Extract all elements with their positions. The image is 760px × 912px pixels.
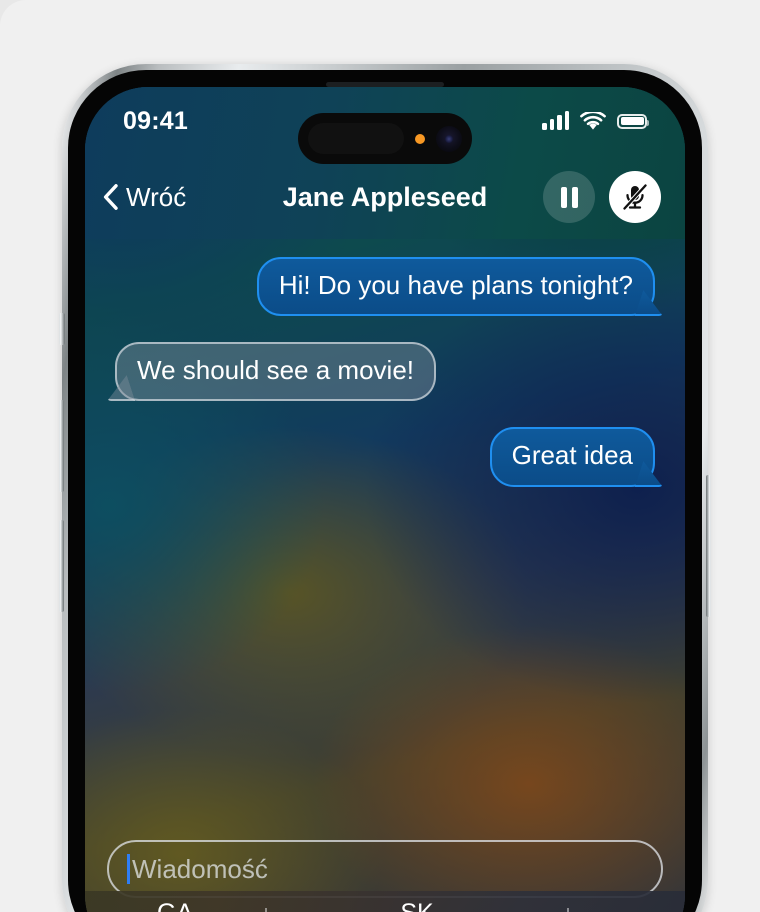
message-list: Hi! Do you have plans tonight? We should… (85, 239, 685, 912)
back-button-label: Wróć (126, 181, 187, 212)
action-button[interactable] (59, 313, 65, 345)
battery-icon (617, 113, 649, 129)
wifi-icon (580, 111, 606, 130)
message-row: Hi! Do you have plans tonight? (107, 257, 663, 317)
device-bezel: 09:41 Wróć Jane Appleseed Hi! Do you hav… (68, 70, 702, 912)
caption-cell-sk[interactable]: SK (Gotowość do rozłączenia) (267, 891, 567, 912)
status-bar-time: 09:41 (123, 106, 188, 135)
pause-icon-bar-right (571, 186, 578, 208)
caption-cell-truncated[interactable]: (Ro (569, 891, 685, 912)
volume-down-button[interactable] (59, 520, 64, 612)
cellular-bars-icon (542, 111, 569, 130)
caption-code: GA (157, 899, 193, 912)
iphone-device-frame: 09:41 Wróć Jane Appleseed Hi! Do you hav… (59, 64, 711, 912)
chevron-left-icon (103, 184, 118, 210)
pause-icon-bar-left (560, 186, 567, 208)
caption-cell-ga[interactable]: GA (Kontynuuj) (85, 891, 265, 912)
message-bubble-outgoing[interactable]: Great idea (489, 427, 655, 487)
front-camera-icon (436, 125, 462, 152)
text-cursor (127, 854, 130, 884)
navigation-bar: Wróć Jane Appleseed (85, 155, 685, 239)
pause-button[interactable] (543, 171, 595, 223)
mute-button[interactable] (609, 171, 661, 223)
back-button[interactable]: Wróć (103, 182, 186, 213)
page-background: 09:41 Wróć Jane Appleseed Hi! Do you hav… (0, 0, 760, 912)
message-bubble-outgoing[interactable]: Hi! Do you have plans tonight? (256, 257, 655, 317)
message-input-field[interactable]: Wiadomość (107, 840, 663, 898)
message-row: We should see a movie! (107, 342, 663, 402)
phone-screen: 09:41 Wróć Jane Appleseed Hi! Do you hav… (85, 87, 685, 912)
orange-recording-dot-icon (415, 133, 425, 144)
status-bar-icons (542, 111, 649, 131)
message-row: Great idea (107, 427, 663, 487)
caption-bar: GA (Kontynuuj) SK (Gotowość do rozłączen… (85, 891, 685, 912)
volume-up-button[interactable] (59, 400, 64, 492)
message-input-placeholder: Wiadomość (132, 853, 268, 884)
message-bubble-incoming[interactable]: We should see a movie! (115, 342, 436, 402)
dynamic-island-pill (308, 123, 404, 154)
power-button[interactable] (706, 475, 711, 617)
caption-code: SK (400, 899, 433, 912)
nav-actions (543, 171, 661, 223)
microphone-muted-icon (622, 183, 648, 211)
